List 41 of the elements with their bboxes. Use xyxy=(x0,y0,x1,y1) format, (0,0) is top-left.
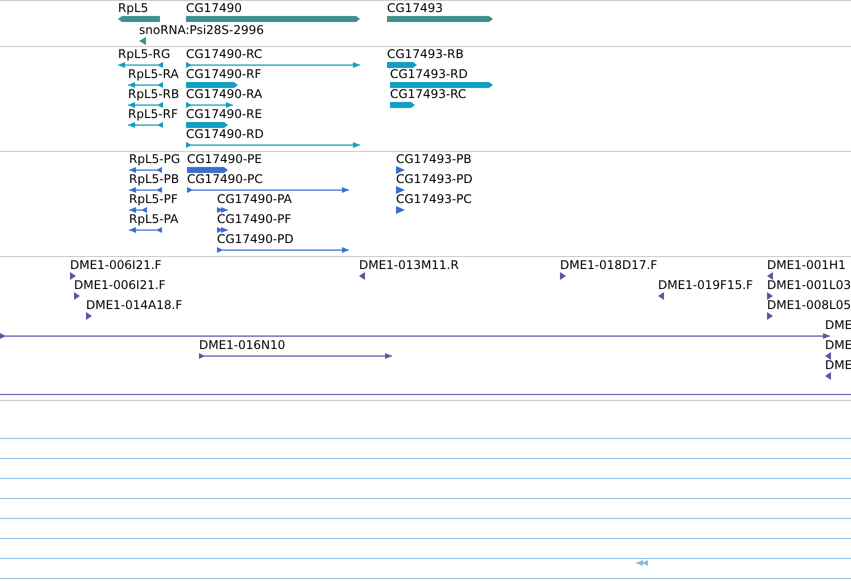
feature-label[interactable]: RpL5-RB xyxy=(128,87,180,101)
feature-label[interactable]: CG17493-RC xyxy=(390,87,466,101)
feature-label[interactable]: RpL5-PF xyxy=(129,192,178,206)
feature-label[interactable]: CG17490-RD xyxy=(186,127,264,141)
feature-label[interactable]: CG17490-RE xyxy=(186,107,262,121)
feature-label[interactable]: CG17490-RF xyxy=(186,67,262,81)
feature-label[interactable]: CG17490 xyxy=(186,1,242,15)
feature-label[interactable]: CG17493-PB xyxy=(396,152,472,166)
feature-label[interactable]: CG17493-RD xyxy=(390,67,468,81)
feature-label[interactable]: DME xyxy=(825,318,851,332)
feature-label[interactable]: DME1-008L05 xyxy=(767,298,851,312)
feature-label[interactable]: RpL5-RF xyxy=(128,107,178,121)
feature-label[interactable]: DME1-006I21.F xyxy=(70,258,162,272)
feature-label[interactable]: CG17490-RA xyxy=(186,87,262,101)
feature-label[interactable]: CG17490-RC xyxy=(186,47,262,61)
feature-label[interactable]: DME1-016N10 xyxy=(199,338,286,352)
feature-label[interactable]: DME xyxy=(825,358,851,372)
feature-label[interactable]: CG17490-PD xyxy=(217,232,294,246)
feature-label[interactable]: snoRNA:Psi28S-2996 xyxy=(139,23,264,37)
feature-label[interactable]: CG17493-PC xyxy=(396,192,472,206)
feature-label[interactable]: CG17493-PD xyxy=(396,172,473,186)
feature-label[interactable]: CG17490-PF xyxy=(217,212,292,226)
feature-label[interactable]: RpL5-PB xyxy=(129,172,180,186)
feature-label[interactable]: CG17490-PE xyxy=(187,152,262,166)
feature-label[interactable]: RpL5 xyxy=(118,1,148,15)
feature-label[interactable]: RpL5-PG xyxy=(129,152,180,166)
feature-label[interactable]: DME1-001H1 xyxy=(767,258,846,272)
feature-label[interactable]: CG17493 xyxy=(387,1,443,15)
feature-label[interactable]: DME1-013M11.R xyxy=(359,258,459,272)
feature-label[interactable]: RpL5-RA xyxy=(128,67,179,81)
feature-label[interactable]: DME xyxy=(825,338,851,352)
feature-label[interactable]: RpL5-RG xyxy=(118,47,170,61)
feature-label[interactable]: RpL5-PA xyxy=(129,212,178,226)
feature-label[interactable]: CG17490-PA xyxy=(217,192,292,206)
feature-label[interactable]: CG17493-RB xyxy=(387,47,464,61)
feature-label[interactable]: DME1-018D17.F xyxy=(560,258,658,272)
feature-label[interactable]: DME1-014A18.F xyxy=(86,298,182,312)
feature-label[interactable]: DME1-019F15.F xyxy=(658,278,753,292)
feature-label[interactable]: DME1-001L03 xyxy=(767,278,851,292)
feature-label[interactable]: CG17490-PC xyxy=(187,172,263,186)
feature-label[interactable]: DME1-006I21.F xyxy=(74,278,166,292)
